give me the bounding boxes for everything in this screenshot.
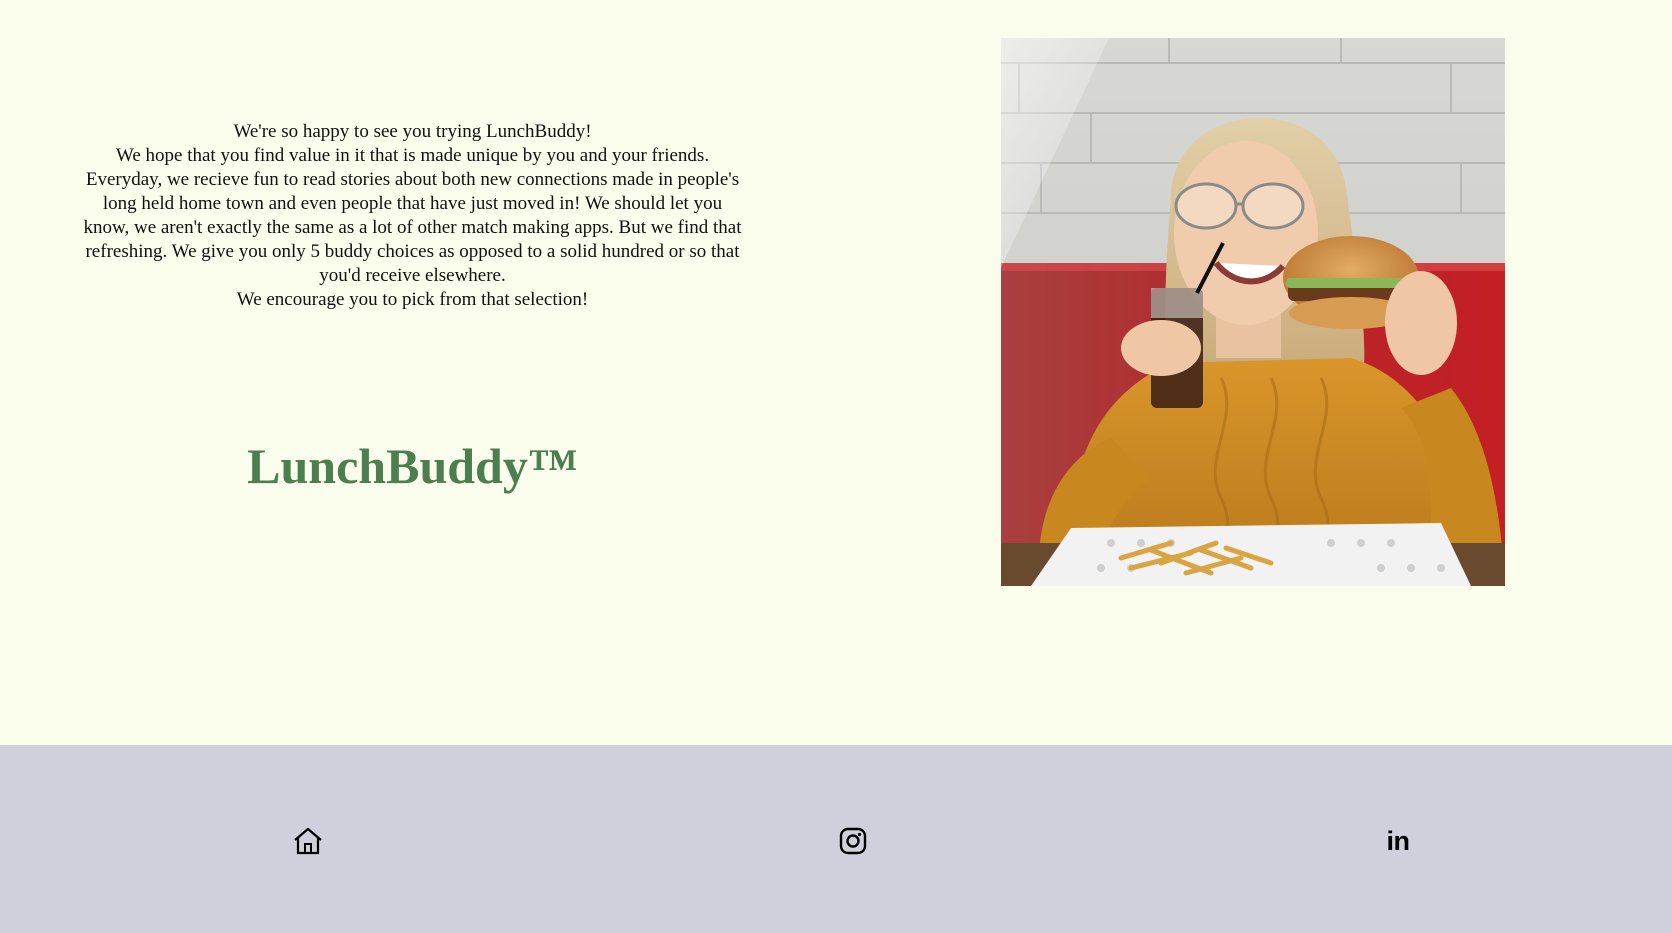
- brand-title: LunchBuddy™: [247, 438, 578, 494]
- intro-line-1: We're so happy to see you trying LunchBu…: [233, 121, 592, 142]
- intro-line-3: Everyday, we recieve fun to read stories…: [83, 169, 742, 286]
- main-section: We're so happy to see you trying LunchBu…: [0, 0, 1672, 745]
- intro-text: We're so happy to see you trying LunchBu…: [80, 120, 745, 312]
- intro-line-2: We hope that you find value in it that i…: [115, 145, 710, 166]
- intro-line-4: We encourage you to pick from that selec…: [236, 289, 589, 310]
- linkedin-icon[interactable]: in: [1382, 825, 1414, 857]
- footer: in: [0, 745, 1672, 933]
- home-icon[interactable]: [292, 825, 324, 857]
- hero-photo: [1001, 38, 1505, 586]
- linkedin-icon-text: in: [1386, 825, 1411, 856]
- instagram-icon[interactable]: [837, 825, 869, 857]
